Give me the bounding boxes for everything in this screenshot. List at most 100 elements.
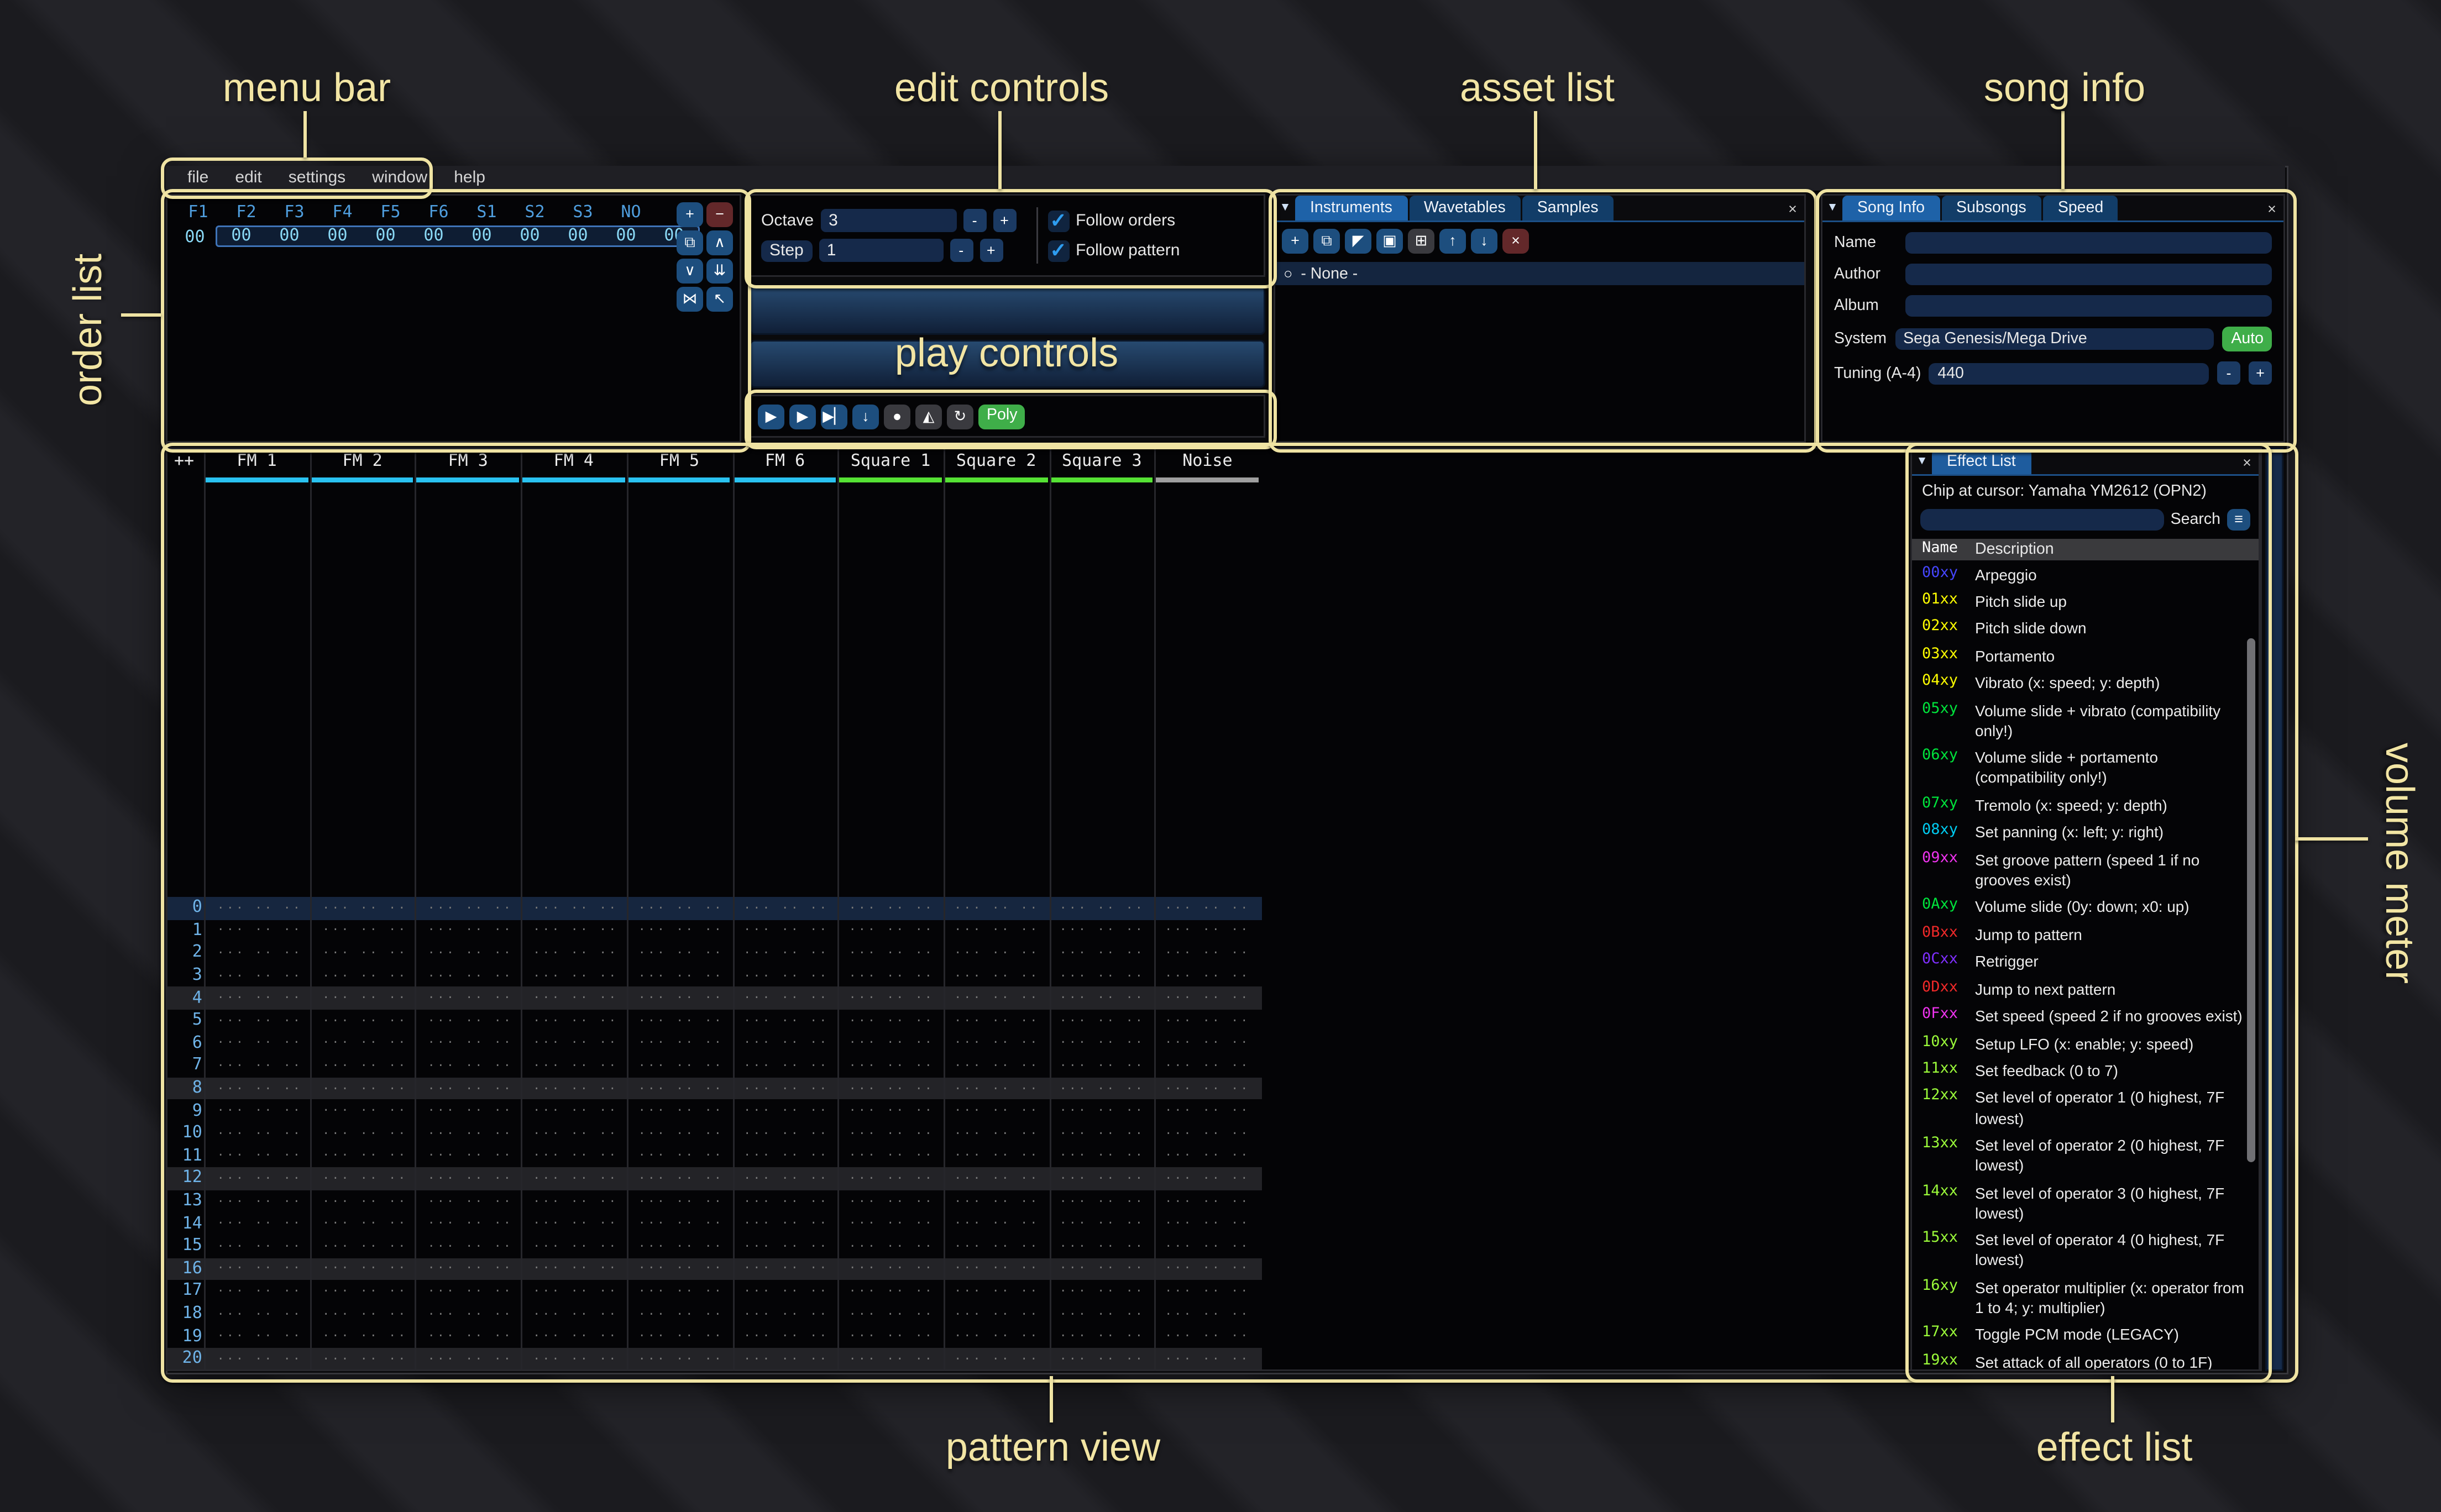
pattern-cell[interactable]: ··· ·· ·· ·· ·· <box>314 1308 420 1321</box>
channel-header[interactable]: Square 2 <box>944 453 1049 471</box>
pattern-cell[interactable]: ··· ·· ·· ·· ·· <box>630 969 736 983</box>
pattern-cell[interactable]: ··· ·· ·· ·· ·· <box>420 1172 525 1185</box>
pattern-cell[interactable]: ··· ·· ·· ·· ·· <box>209 1352 315 1366</box>
pattern-cell[interactable]: ··· ·· ·· ·· ·· <box>525 1172 630 1185</box>
pattern-cell[interactable]: ··· ·· ·· ·· ·· <box>1051 1014 1157 1027</box>
pattern-cell[interactable]: ··· ·· ·· ·· ·· <box>1051 1308 1157 1321</box>
pattern-cell[interactable]: ··· ·· ·· ·· ·· <box>314 1195 420 1208</box>
pattern-cell[interactable]: ··· ·· ·· ·· ·· <box>946 1127 1051 1140</box>
pattern-cell[interactable]: ··· ·· ·· ·· ·· <box>735 1330 841 1343</box>
octave-increase-button[interactable]: + <box>993 209 1016 232</box>
effect-row[interactable]: 04xy Vibrato (x: speed; y: depth) <box>1912 670 2259 697</box>
asset-tab[interactable]: Instruments <box>1295 196 1407 221</box>
pattern-cell[interactable]: ··· ·· ·· ·· ·· <box>841 1105 946 1118</box>
pattern-row[interactable]: 14··· ·· ·· ·· ····· ·· ·· ·· ····· ·· ·… <box>167 1212 1262 1235</box>
pattern-cell[interactable]: ··· ·· ·· ·· ·· <box>314 1037 420 1050</box>
play-control-button[interactable]: ↓ <box>852 404 879 429</box>
pattern-cell[interactable]: ··· ·· ·· ·· ·· <box>525 901 630 915</box>
hamburger-menu-icon[interactable]: ≡ <box>2227 510 2250 531</box>
pattern-cell[interactable]: ··· ·· ·· ·· ·· <box>525 1105 630 1118</box>
pattern-cell[interactable]: ··· ·· ·· ·· ·· <box>841 1082 946 1095</box>
pattern-cell[interactable]: ··· ·· ·· ·· ·· <box>735 969 841 983</box>
pattern-cell[interactable]: ··· ·· ·· ·· ·· <box>525 1240 630 1253</box>
pattern-cell[interactable]: ··· ·· ·· ·· ·· <box>841 1308 946 1321</box>
pattern-cell[interactable]: ··· ·· ·· ·· ·· <box>1156 1285 1262 1298</box>
order-cell[interactable]: 00 <box>362 227 410 245</box>
pattern-cell[interactable]: ··· ·· ·· ·· ·· <box>525 1285 630 1298</box>
pattern-row[interactable]: 1··· ·· ·· ·· ····· ·· ·· ·· ····· ·· ··… <box>167 920 1262 942</box>
pattern-cell[interactable]: ··· ·· ·· ·· ·· <box>420 901 525 915</box>
tuning-increase-button[interactable]: + <box>2249 361 2272 385</box>
pattern-cell[interactable]: ··· ·· ·· ·· ·· <box>946 901 1051 915</box>
pattern-cell[interactable]: ··· ·· ·· ·· ·· <box>841 1352 946 1366</box>
pattern-cell[interactable]: ··· ·· ·· ·· ·· <box>946 1262 1051 1275</box>
pattern-row[interactable]: 15··· ·· ·· ·· ····· ·· ·· ·· ····· ·· ·… <box>167 1235 1262 1258</box>
pattern-row[interactable]: 0··· ·· ·· ·· ····· ·· ·· ·· ····· ·· ··… <box>167 897 1262 920</box>
song-info-tab[interactable]: Speed <box>2043 196 2118 221</box>
channel-header[interactable]: Square 3 <box>1049 453 1155 471</box>
order-toolbar-button[interactable]: ∨ <box>677 259 703 284</box>
effect-row[interactable]: 00xy Arpeggio <box>1912 561 2259 588</box>
pattern-cell[interactable]: ··· ·· ·· ·· ·· <box>946 1172 1051 1185</box>
pattern-cell[interactable]: ··· ·· ·· ·· ·· <box>314 1285 420 1298</box>
pattern-cell[interactable]: ··· ·· ·· ·· ·· <box>946 1105 1051 1118</box>
effect-row[interactable]: 0Dxx Jump to next pattern <box>1912 975 2259 1002</box>
pattern-cell[interactable]: ··· ·· ·· ·· ·· <box>314 1149 420 1163</box>
pattern-cell[interactable]: ··· ·· ·· ·· ·· <box>209 1059 315 1073</box>
pattern-cell[interactable]: ··· ·· ·· ·· ·· <box>1156 1352 1262 1366</box>
pattern-cell[interactable]: ··· ·· ·· ·· ·· <box>1156 1330 1262 1343</box>
step-increase-button[interactable]: + <box>979 239 1003 262</box>
tuning-input[interactable]: 440 <box>1929 363 2209 384</box>
pattern-cell[interactable]: ··· ·· ·· ·· ·· <box>209 924 315 937</box>
pattern-cell[interactable]: ··· ·· ·· ·· ·· <box>946 1195 1051 1208</box>
pattern-cell[interactable]: ··· ·· ·· ·· ·· <box>209 992 315 1005</box>
piano-upper-keys[interactable] <box>750 285 1265 334</box>
pattern-cell[interactable]: ··· ·· ·· ·· ·· <box>420 924 525 937</box>
pattern-cell[interactable]: ··· ·· ·· ·· ·· <box>735 1285 841 1298</box>
pattern-cell[interactable]: ··· ·· ·· ·· ·· <box>735 1014 841 1027</box>
pattern-row[interactable]: 12··· ·· ·· ·· ····· ·· ·· ·· ····· ·· ·… <box>167 1168 1262 1190</box>
pattern-cell[interactable]: ··· ·· ·· ·· ·· <box>841 1240 946 1253</box>
order-toolbar-button[interactable]: − <box>706 202 733 227</box>
pattern-cell[interactable]: ··· ·· ·· ·· ·· <box>735 901 841 915</box>
system-select[interactable]: Sega Genesis/Mega Drive <box>1895 328 2214 350</box>
pattern-row[interactable]: 20··· ·· ·· ·· ····· ·· ·· ·· ····· ·· ·… <box>167 1348 1262 1371</box>
close-icon[interactable]: × <box>2260 196 2283 221</box>
pattern-cell[interactable]: ··· ·· ·· ·· ·· <box>841 992 946 1005</box>
order-toolbar-button[interactable]: ⇊ <box>706 259 733 284</box>
pattern-cell[interactable]: ··· ·· ·· ·· ·· <box>630 1105 736 1118</box>
pattern-cell[interactable]: ··· ·· ·· ·· ·· <box>1156 1217 1262 1231</box>
pattern-cell[interactable]: ··· ·· ·· ·· ·· <box>420 1082 525 1095</box>
order-cell[interactable]: 00 <box>506 227 554 245</box>
pattern-cell[interactable]: ··· ·· ·· ·· ·· <box>420 947 525 960</box>
pattern-cell[interactable]: ··· ·· ·· ·· ·· <box>946 969 1051 983</box>
order-row-selected[interactable]: 00000000000000000000 <box>216 225 700 247</box>
pattern-cell[interactable]: ··· ·· ·· ·· ·· <box>841 1127 946 1140</box>
order-cell[interactable]: 00 <box>410 227 458 245</box>
pattern-cell[interactable]: ··· ·· ·· ·· ·· <box>314 992 420 1005</box>
pattern-cell[interactable]: ··· ·· ·· ·· ·· <box>1156 1195 1262 1208</box>
song-author-input[interactable] <box>1905 264 2272 285</box>
pattern-cell[interactable]: ··· ·· ·· ·· ·· <box>1051 1352 1157 1366</box>
pattern-cell[interactable]: ··· ·· ·· ·· ·· <box>630 1217 736 1231</box>
pattern-cell[interactable]: ··· ·· ·· ·· ·· <box>525 1037 630 1050</box>
pattern-cell[interactable]: ··· ·· ·· ·· ·· <box>946 1330 1051 1343</box>
order-cell[interactable]: 00 <box>554 227 602 245</box>
pattern-cell[interactable]: ··· ·· ·· ·· ·· <box>630 901 736 915</box>
pattern-cell[interactable]: ··· ·· ·· ·· ·· <box>420 1262 525 1275</box>
asset-toolbar-button[interactable]: ◤ <box>1345 229 1371 254</box>
octave-input[interactable]: 3 <box>820 209 956 232</box>
pattern-cell[interactable]: ··· ·· ·· ·· ·· <box>314 1240 420 1253</box>
pattern-row[interactable]: 7··· ·· ·· ·· ····· ·· ·· ·· ····· ·· ··… <box>167 1055 1262 1078</box>
pattern-cell[interactable]: ··· ·· ·· ·· ·· <box>630 1240 736 1253</box>
pattern-cell[interactable]: ··· ·· ·· ·· ·· <box>1051 1105 1157 1118</box>
collapse-icon[interactable]: ▼ <box>1912 449 1932 474</box>
pattern-cell[interactable]: ··· ·· ·· ·· ·· <box>946 992 1051 1005</box>
channel-header[interactable]: FM 3 <box>415 453 521 471</box>
effect-row[interactable]: 17xx Toggle PCM mode (LEGACY) <box>1912 1321 2259 1348</box>
effect-row[interactable]: 06xy Volume slide + portamento (compatib… <box>1912 744 2259 792</box>
pattern-cell[interactable]: ··· ·· ·· ·· ·· <box>630 992 736 1005</box>
pattern-cell[interactable]: ··· ·· ·· ·· ·· <box>420 1105 525 1118</box>
pattern-cell[interactable]: ··· ·· ·· ·· ·· <box>209 1127 315 1140</box>
pattern-cell[interactable]: ··· ·· ·· ·· ·· <box>1156 1240 1262 1253</box>
